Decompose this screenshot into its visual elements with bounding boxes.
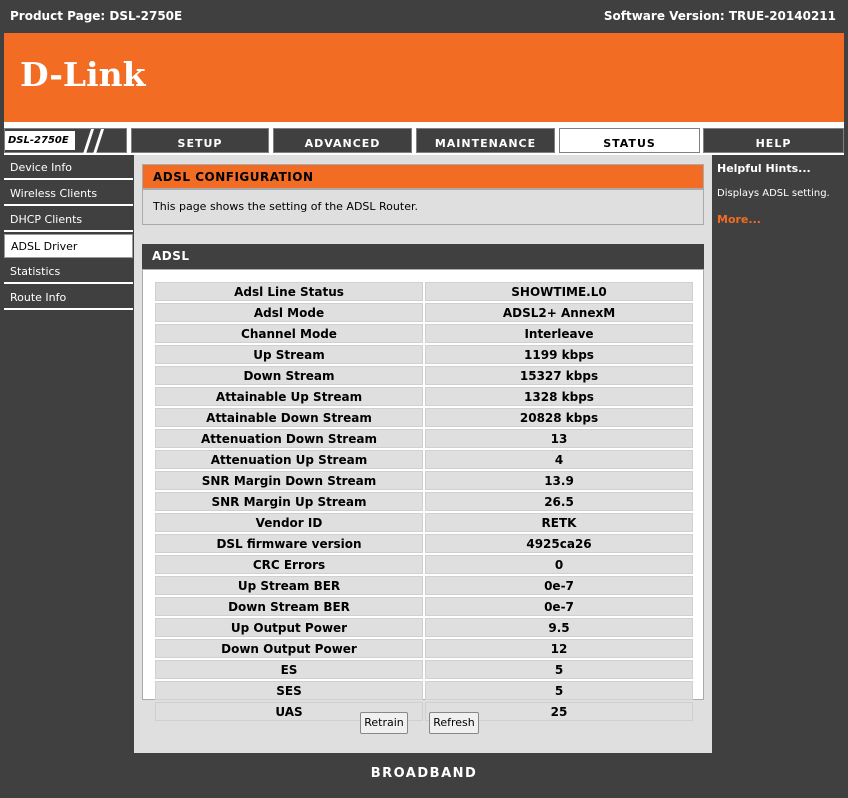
table-row: SES 5: [155, 681, 693, 700]
software-version-label: Software Version: TRUE-20140211: [603, 9, 836, 23]
footer-broadband: BROADBAND: [4, 753, 844, 794]
adsl-row-value: SHOWTIME.L0: [425, 282, 693, 301]
adsl-row-label: Adsl Mode: [155, 303, 423, 322]
table-row: Up Stream BER 0e-7: [155, 576, 693, 595]
tab-maintenance[interactable]: MAINTENANCE: [416, 128, 555, 153]
table-row: Attenuation Up Stream 4: [155, 450, 693, 469]
adsl-row-value: 15327 kbps: [425, 366, 693, 385]
adsl-row-label: Down Stream BER: [155, 597, 423, 616]
brand-header: D-Link: [4, 33, 844, 122]
adsl-row-value: 12: [425, 639, 693, 658]
product-page-label: Product Page: DSL-2750E: [10, 9, 183, 23]
adsl-row-label: Down Output Power: [155, 639, 423, 658]
table-row: SNR Margin Down Stream 13.9: [155, 471, 693, 490]
table-row: Down Stream BER 0e-7: [155, 597, 693, 616]
table-row: Channel Mode Interleave: [155, 324, 693, 343]
adsl-row-label: SNR Margin Down Stream: [155, 471, 423, 490]
table-row: CRC Errors 0: [155, 555, 693, 574]
table-row: Down Stream 15327 kbps: [155, 366, 693, 385]
hints-title: Helpful Hints...: [717, 162, 811, 175]
nav-row: DSL-2750E SETUP ADVANCED MAINTENANCE STA…: [4, 122, 844, 155]
sidebar-item-statistics[interactable]: Statistics: [4, 260, 133, 284]
adsl-row-label: Attenuation Down Stream: [155, 429, 423, 448]
helpful-hints-panel: Helpful Hints... Displays ADSL setting. …: [712, 155, 844, 753]
adsl-row-value: RETK: [425, 513, 693, 532]
top-bar: Product Page: DSL-2750E Software Version…: [0, 0, 848, 33]
adsl-row-label: ES: [155, 660, 423, 679]
sidebar-item-device-info[interactable]: Device Info: [4, 156, 133, 180]
table-row: Down Output Power 12: [155, 639, 693, 658]
tab-advanced[interactable]: ADVANCED: [273, 128, 412, 153]
main-content: ADSL CONFIGURATION This page shows the s…: [134, 155, 712, 753]
adsl-status-table: Adsl Line Status SHOWTIME.L0 Adsl Mode ADSL…: [153, 280, 695, 723]
adsl-panel: Adsl Line Status SHOWTIME.L0 Adsl Mode ADSL…: [142, 269, 704, 721]
adsl-row-value: 4925ca26: [425, 534, 693, 553]
adsl-row-label: Attainable Up Stream: [155, 387, 423, 406]
table-row: Up Stream 1199 kbps: [155, 345, 693, 364]
tab-status[interactable]: STATUS: [559, 128, 700, 153]
tab-setup[interactable]: SETUP: [131, 128, 269, 153]
model-badge: DSL-2750E: [4, 128, 127, 154]
table-row: Vendor ID RETK: [155, 513, 693, 532]
adsl-row-value: 0: [425, 555, 693, 574]
adsl-row-value: 1199 kbps: [425, 345, 693, 364]
dlink-logo: D-Link: [20, 55, 146, 94]
adsl-row-label: Attainable Down Stream: [155, 408, 423, 427]
adsl-row-label: Up Output Power: [155, 618, 423, 637]
adsl-row-value: 1328 kbps: [425, 387, 693, 406]
adsl-row-label: DSL firmware version: [155, 534, 423, 553]
sidebar-item-adsl-driver[interactable]: ADSL Driver: [4, 234, 133, 258]
adsl-row-value: 0e-7: [425, 576, 693, 595]
table-row: UAS 25: [155, 702, 693, 721]
sidebar-item-wireless-clients[interactable]: Wireless Clients: [4, 182, 133, 206]
table-row: Adsl Mode ADSL2+ AnnexM: [155, 303, 693, 322]
config-panel-title: ADSL CONFIGURATION: [142, 164, 704, 189]
slash-decoration: [92, 129, 105, 154]
hints-more-link[interactable]: More...: [717, 213, 761, 226]
adsl-row-value: Interleave: [425, 324, 693, 343]
adsl-row-label: Attenuation Up Stream: [155, 450, 423, 469]
adsl-row-value: 13.9: [425, 471, 693, 490]
adsl-row-value: 4: [425, 450, 693, 469]
table-row: Adsl Line Status SHOWTIME.L0: [155, 282, 693, 301]
page-frame: Product Page: DSL-2750E Software Version…: [0, 0, 848, 798]
adsl-row-label: SNR Margin Up Stream: [155, 492, 423, 511]
sidebar: Device Info Wireless Clients DHCP Client…: [4, 155, 134, 753]
adsl-row-value: 9.5: [425, 618, 693, 637]
adsl-row-label: Vendor ID: [155, 513, 423, 532]
table-row: Attenuation Down Stream 13: [155, 429, 693, 448]
retrain-button[interactable]: Retrain: [360, 712, 408, 734]
table-row: Up Output Power 9.5: [155, 618, 693, 637]
model-badge-label: DSL-2750E: [5, 131, 75, 150]
adsl-row-label: CRC Errors: [155, 555, 423, 574]
adsl-row-value: 13: [425, 429, 693, 448]
table-row: DSL firmware version 4925ca26: [155, 534, 693, 553]
hints-text: Displays ADSL setting.: [717, 188, 830, 199]
sidebar-item-route-info[interactable]: Route Info: [4, 286, 133, 310]
adsl-row-value: 5: [425, 660, 693, 679]
slash-decoration: [82, 129, 95, 154]
adsl-row-value: ADSL2+ AnnexM: [425, 303, 693, 322]
adsl-row-label: SES: [155, 681, 423, 700]
adsl-row-label: Adsl Line Status: [155, 282, 423, 301]
refresh-button[interactable]: Refresh: [429, 712, 479, 734]
adsl-row-label: Down Stream: [155, 366, 423, 385]
adsl-row-value: 26.5: [425, 492, 693, 511]
adsl-row-value: 0e-7: [425, 597, 693, 616]
adsl-row-label: Up Stream: [155, 345, 423, 364]
adsl-row-value: 5: [425, 681, 693, 700]
table-row: ES 5: [155, 660, 693, 679]
adsl-row-label: Up Stream BER: [155, 576, 423, 595]
adsl-row-label: Channel Mode: [155, 324, 423, 343]
table-row: Attainable Down Stream 20828 kbps: [155, 408, 693, 427]
table-row: SNR Margin Up Stream 26.5: [155, 492, 693, 511]
sidebar-item-dhcp-clients[interactable]: DHCP Clients: [4, 208, 133, 232]
tab-help[interactable]: HELP: [703, 128, 844, 153]
adsl-panel-title: ADSL: [142, 244, 704, 269]
table-row: Attainable Up Stream 1328 kbps: [155, 387, 693, 406]
adsl-row-value: 20828 kbps: [425, 408, 693, 427]
config-panel-description: This page shows the setting of the ADSL …: [142, 189, 704, 225]
